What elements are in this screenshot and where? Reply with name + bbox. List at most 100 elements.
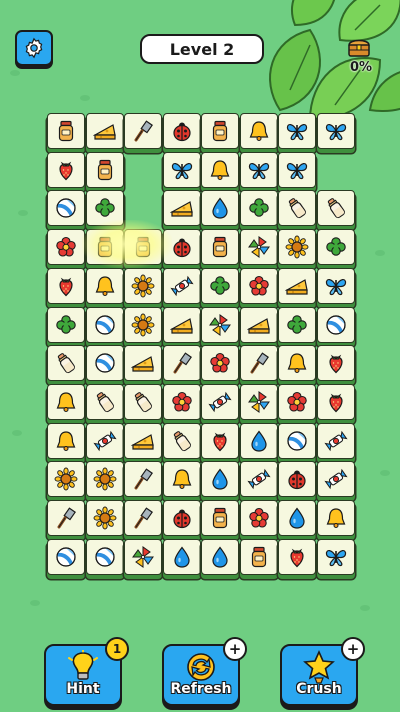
tile-pinwheel[interactable]: [239, 383, 278, 420]
tile-pinwheel[interactable]: [239, 229, 278, 266]
tile-ball[interactable]: [316, 306, 355, 343]
tile-ladybug[interactable]: [162, 500, 201, 536]
tile-bottle[interactable]: [85, 383, 124, 420]
tile-strawberry[interactable]: [201, 422, 239, 459]
tile-sunflower[interactable]: [85, 461, 124, 498]
tile-candy[interactable]: [162, 267, 201, 304]
crush-plus-badge[interactable]: +: [341, 637, 365, 661]
tile-flower[interactable]: [278, 383, 316, 420]
tile-clover[interactable]: [47, 306, 85, 343]
tile-cheese[interactable]: [239, 306, 278, 343]
treasure-chest-icon[interactable]: [347, 36, 371, 58]
tile-candy[interactable]: [201, 383, 239, 420]
tile-butterfly[interactable]: [278, 151, 316, 188]
tile-ball[interactable]: [47, 538, 85, 575]
tile-jar[interactable]: [239, 538, 278, 575]
tile-butterfly[interactable]: [316, 267, 355, 304]
tile-ball[interactable]: [47, 190, 85, 227]
tile-flower[interactable]: [239, 267, 278, 304]
tile-ball[interactable]: [278, 422, 316, 459]
tile-butterfly[interactable]: [162, 151, 201, 188]
tile-clover[interactable]: [316, 229, 355, 266]
tile-drop[interactable]: [201, 461, 239, 498]
tile-jar[interactable]: [47, 113, 85, 149]
tile-candy[interactable]: [316, 461, 355, 498]
tile-strawberry[interactable]: [316, 345, 355, 382]
tile-butterfly[interactable]: [316, 113, 355, 149]
tile-candy[interactable]: [85, 422, 124, 459]
tile-spatula[interactable]: [162, 345, 201, 382]
tile-spatula[interactable]: [124, 500, 162, 536]
tile-cheese[interactable]: [162, 306, 201, 343]
tile-drop[interactable]: [162, 538, 201, 575]
tile-clover[interactable]: [85, 190, 124, 227]
tile-spatula[interactable]: [124, 461, 162, 498]
tile-sunflower[interactable]: [47, 461, 85, 498]
tile-drop[interactable]: [201, 190, 239, 227]
tile-bottle[interactable]: [316, 190, 355, 227]
tile-bottle[interactable]: [124, 383, 162, 420]
tile-cheese[interactable]: [85, 113, 124, 149]
tile-cheese[interactable]: [124, 345, 162, 382]
tile-jar[interactable]: [85, 151, 124, 188]
tile-jar[interactable]: [201, 229, 239, 266]
tile-bell[interactable]: [47, 383, 85, 420]
tile-drop[interactable]: [278, 500, 316, 536]
tile-bottle[interactable]: [278, 190, 316, 227]
tile-butterfly[interactable]: [316, 538, 355, 575]
tile-pinwheel[interactable]: [201, 306, 239, 343]
tile-cheese[interactable]: [162, 190, 201, 227]
tile-strawberry[interactable]: [47, 151, 85, 188]
tile-ladybug[interactable]: [162, 229, 201, 266]
tile-strawberry[interactable]: [47, 267, 85, 304]
tile-spatula[interactable]: [239, 345, 278, 382]
tile-drop[interactable]: [239, 422, 278, 459]
refresh-plus-badge[interactable]: +: [223, 637, 247, 661]
tile-bell[interactable]: [162, 461, 201, 498]
tile-spatula[interactable]: [47, 500, 85, 536]
tile-bell[interactable]: [201, 151, 239, 188]
tile-jar[interactable]: [85, 229, 124, 266]
tile-flower[interactable]: [162, 383, 201, 420]
tile-flower[interactable]: [201, 345, 239, 382]
tile-bell[interactable]: [239, 113, 278, 149]
tile-bell[interactable]: [316, 500, 355, 536]
tile-candy[interactable]: [316, 422, 355, 459]
tile-sunflower[interactable]: [124, 306, 162, 343]
tile-clover[interactable]: [239, 190, 278, 227]
tile-strawberry[interactable]: [278, 538, 316, 575]
tile-sunflower[interactable]: [124, 267, 162, 304]
tile-jar[interactable]: [201, 500, 239, 536]
tile-ladybug[interactable]: [162, 113, 201, 149]
tile-ball[interactable]: [85, 306, 124, 343]
tile-flower[interactable]: [47, 229, 85, 266]
tile-ball[interactable]: [85, 538, 124, 575]
tile-clover[interactable]: [201, 267, 239, 304]
tile-cheese[interactable]: [124, 422, 162, 459]
tile-ladybug[interactable]: [278, 461, 316, 498]
refresh-button[interactable]: Refresh +: [162, 637, 247, 706]
tile-cheese[interactable]: [278, 267, 316, 304]
tile-bell[interactable]: [278, 345, 316, 382]
tile-butterfly[interactable]: [278, 113, 316, 149]
tile-jar[interactable]: [124, 229, 162, 266]
tile-strawberry[interactable]: [316, 383, 355, 420]
tile-drop[interactable]: [201, 538, 239, 575]
tile-bottle[interactable]: [162, 422, 201, 459]
tile-spatula[interactable]: [124, 113, 162, 149]
tile-butterfly[interactable]: [239, 151, 278, 188]
tile-sunflower[interactable]: [278, 229, 316, 266]
tile-bottle[interactable]: [47, 345, 85, 382]
tile-clover[interactable]: [278, 306, 316, 343]
settings-button[interactable]: [15, 30, 53, 66]
tile-bell[interactable]: [85, 267, 124, 304]
tile-candy[interactable]: [239, 461, 278, 498]
tile-sunflower[interactable]: [85, 500, 124, 536]
tile-jar[interactable]: [201, 113, 239, 149]
tile-pinwheel[interactable]: [124, 538, 162, 575]
crush-button[interactable]: Crush +: [280, 637, 365, 706]
tile-flower[interactable]: [239, 500, 278, 536]
tile-ball[interactable]: [85, 345, 124, 382]
tile-bell[interactable]: [47, 422, 85, 459]
hint-button[interactable]: Hint 1: [44, 637, 129, 706]
